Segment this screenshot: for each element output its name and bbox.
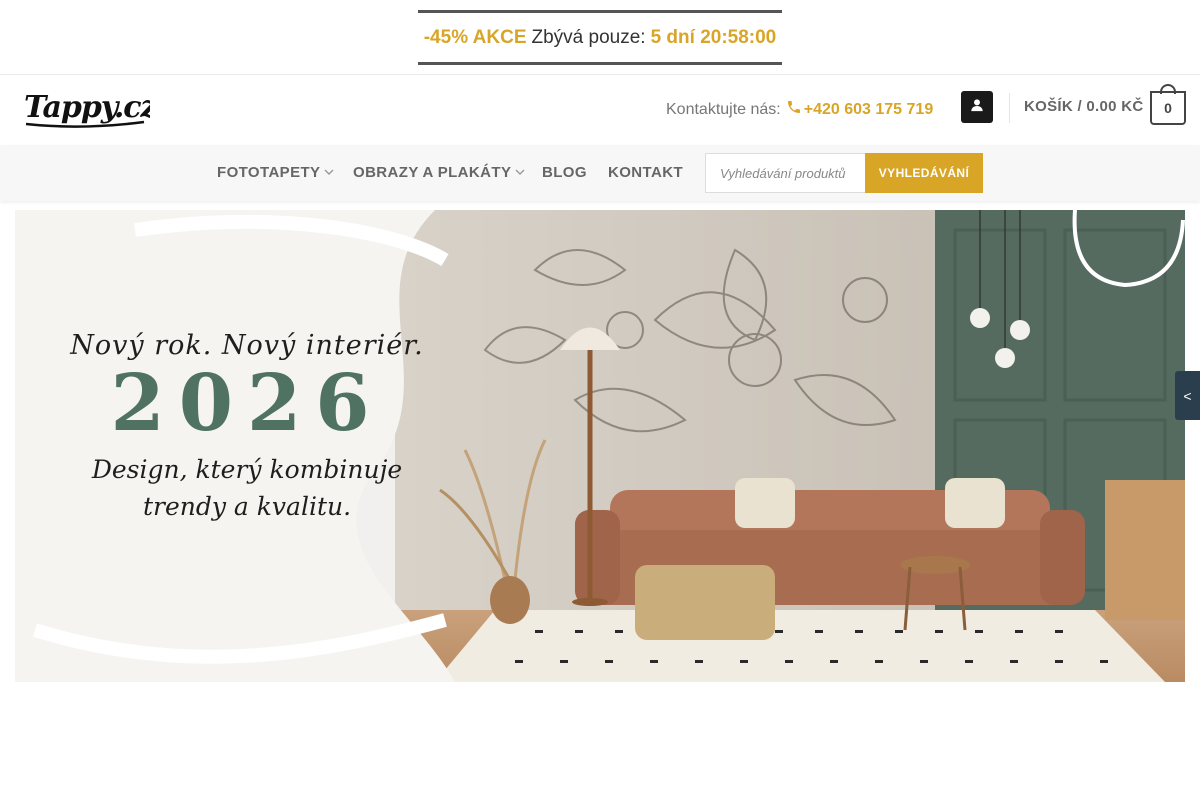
rug	[435, 610, 1165, 682]
sideboard	[1105, 480, 1185, 620]
nav-item-label: KONTAKT	[608, 164, 684, 181]
cart-count: 0	[1164, 100, 1172, 116]
nav-item-obrazy[interactable]: OBRAZY A PLAKÁTY	[353, 164, 525, 181]
nav-item-blog[interactable]: BLOG	[542, 164, 587, 181]
cart-link[interactable]: KOŠÍK / 0.00 KČ	[1024, 98, 1144, 115]
hero-line-1: Nový rok. Nový interiér.	[70, 330, 424, 361]
phone-link[interactable]: +420 603 175 719	[786, 99, 933, 120]
chevron-down-icon	[515, 167, 525, 179]
hero-line-2: Design, který kombinuje	[91, 454, 403, 484]
hero-year: 2026	[110, 358, 384, 449]
hero-banner[interactable]: Nový rok. Nový interiér. 2026 Design, kt…	[15, 210, 1185, 682]
nav-item-label: BLOG	[542, 164, 587, 181]
nav-item-label: FOTOTAPETY	[217, 164, 321, 181]
phone-icon	[786, 99, 802, 120]
site-logo[interactable]: Tappy.cz	[22, 84, 160, 130]
chevron-down-icon	[324, 167, 334, 179]
phone-number: +420 603 175 719	[803, 100, 934, 118]
promo-bar: -45% AKCE Zbývá pouze: 5 dní 20:58:00	[0, 0, 1200, 75]
hero-headline: Nový rok. Nový interiér. 2026 Design, kt…	[67, 330, 427, 521]
pouf	[635, 565, 775, 640]
contact-label: Kontaktujte nás:	[666, 100, 781, 118]
promo-countdown[interactable]: -45% AKCE Zbývá pouze: 5 dní 20:58:00	[418, 10, 782, 65]
product-search: VYHLEDÁVÁNÍ	[705, 153, 983, 193]
promo-countdown-timer: 5 dní 20:58:00	[650, 26, 777, 48]
cart-bag-icon[interactable]: 0	[1150, 84, 1186, 125]
nav-item-fototapety[interactable]: FOTOTAPETY	[217, 164, 334, 181]
header-divider	[1009, 93, 1010, 123]
account-button[interactable]	[961, 91, 993, 123]
logo-wordmark: Tappy.cz	[24, 90, 160, 128]
nav-item-label: OBRAZY A PLAKÁTY	[353, 164, 512, 181]
main-nav: FOTOTAPETY OBRAZY A PLAKÁTY BLOG KONTAKT…	[0, 145, 1200, 201]
nav-item-kontakt[interactable]: KONTAKT	[608, 164, 683, 181]
search-input[interactable]	[705, 153, 865, 193]
user-icon	[970, 98, 984, 117]
site-header: Tappy.cz Kontaktujte nás: +420 603 175 7…	[0, 75, 1200, 145]
logo-text: Tappy.cz	[24, 90, 150, 125]
promo-discount: -45% AKCE	[423, 26, 527, 48]
promo-remaining-label: Zbývá pouze:	[531, 26, 646, 48]
hero-line-3: trendy a kvalitu.	[142, 491, 352, 521]
contact-info: Kontaktujte nás: +420 603 175 719	[666, 99, 933, 120]
side-tab-toggle[interactable]: <	[1175, 371, 1200, 420]
search-button[interactable]: VYHLEDÁVÁNÍ	[865, 153, 983, 193]
